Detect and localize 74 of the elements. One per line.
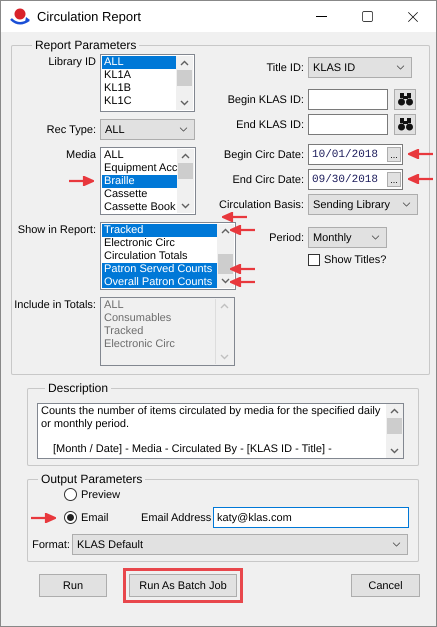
scroll-down-icon[interactable] [181, 203, 190, 209]
field-label: Circulation Basis: [218, 198, 305, 210]
radio-button[interactable]: Preview [64, 488, 184, 501]
list-item[interactable]: Tracked [102, 224, 217, 237]
list-item[interactable]: Electronic Circ [102, 237, 217, 250]
input-field[interactable] [308, 89, 388, 110]
field-label: End KLAS ID: [235, 118, 305, 130]
list-box[interactable]: ALL Equipment Acc Braille Cassette Cassette Book [100, 147, 196, 215]
list-item[interactable]: Patron Served Counts [102, 263, 217, 276]
rec-type-dropdown[interactable]: ALL [100, 119, 195, 140]
maximize-icon [360, 10, 374, 23]
show-titles-checkbox[interactable]: Show Titles? [308, 254, 386, 266]
search-button[interactable] [394, 114, 416, 135]
field-label: Period: [268, 232, 305, 244]
input-field[interactable] [308, 114, 388, 135]
date-picker-button[interactable]: ... [387, 172, 401, 187]
window-title: Circulation Report [37, 9, 142, 24]
scroll-up-icon[interactable] [390, 408, 399, 414]
field-label: Title ID: [266, 62, 305, 74]
scrollbar[interactable] [217, 224, 234, 288]
field-label: Library ID [47, 55, 97, 68]
search-button[interactable] [394, 89, 416, 110]
action-button[interactable]: Run [39, 574, 107, 597]
list-item[interactable]: KL1A [102, 69, 176, 82]
list-item[interactable]: ALL [102, 149, 177, 162]
field-label: Media [65, 148, 97, 161]
list-item[interactable]: Overall Patron Counts [102, 276, 217, 288]
list-item[interactable]: ALL [102, 56, 176, 69]
field-label: Rec Type: [46, 124, 97, 136]
description-text: Counts the number of items circulated by media for the specified daily or monthly period. [41, 405, 382, 431]
scroll-up-icon[interactable] [181, 153, 190, 159]
scroll-up-icon[interactable] [180, 60, 189, 66]
field-label: Begin KLAS ID: [226, 94, 305, 106]
date-picker-button[interactable]: ... [387, 147, 401, 162]
title-id-dropdown[interactable]: KLAS ID [308, 57, 412, 78]
action-button[interactable]: Run As Batch Job [129, 574, 237, 597]
field-label: Begin Circ Date: [222, 148, 305, 160]
field-label: Email Address [141, 512, 212, 524]
list-item[interactable]: Cassette [102, 188, 177, 201]
scroll-down-icon[interactable] [180, 100, 189, 106]
description-text: [Month / Date] - Media - Circulated By - [KLAS ID - Title] - [52, 443, 333, 456]
field-label: Show in Report: [16, 223, 97, 236]
app-icon [9, 6, 31, 26]
list-item[interactable]: Cassette Book [102, 201, 177, 213]
date-field[interactable]: 10/01/2018 ... [308, 144, 403, 165]
list-item[interactable]: Circulation Totals [102, 250, 217, 263]
list-item[interactable]: KL1B [102, 82, 176, 95]
period-dropdown[interactable]: Monthly [308, 227, 387, 248]
field-label: Format: [31, 538, 71, 550]
format-dropdown[interactable]: KLAS Default [72, 534, 408, 555]
scroll-down-icon[interactable] [221, 278, 230, 284]
email-address-field[interactable]: katy@klas.com [213, 507, 409, 528]
group-title: Description [47, 381, 110, 395]
field-label: Include in Totals: [13, 298, 97, 311]
radio-button[interactable]: Email [64, 511, 141, 524]
field-label: End Circ Date: [231, 174, 305, 186]
binoculars-icon [398, 118, 412, 131]
scrollbar[interactable] [176, 56, 193, 110]
list-item[interactable]: KL1C [102, 95, 176, 108]
scrollbar[interactable] [177, 149, 194, 213]
list-item[interactable]: Braille [102, 175, 177, 188]
group-title: Output Parameters [40, 472, 144, 486]
binoculars-icon [398, 93, 412, 106]
list-item[interactable]: Equipment Acc [102, 162, 177, 175]
scrollbar[interactable] [386, 404, 403, 458]
list-box[interactable]: ALL KL1A KL1B KL1C [100, 54, 195, 112]
scroll-up-icon[interactable] [221, 228, 230, 234]
group-title: Report Parameters [34, 38, 138, 52]
action-button[interactable]: Cancel [351, 574, 420, 597]
list-box[interactable]: Tracked Electronic Circ Circulation Totals Patron Served Counts Overall Patron Counts [100, 222, 236, 290]
circulation-basis-dropdown[interactable]: Sending Library [308, 194, 418, 215]
scroll-down-icon[interactable] [390, 448, 399, 454]
date-field[interactable]: 09/30/2018 ... [308, 169, 403, 190]
minimize-icon [316, 16, 326, 17]
